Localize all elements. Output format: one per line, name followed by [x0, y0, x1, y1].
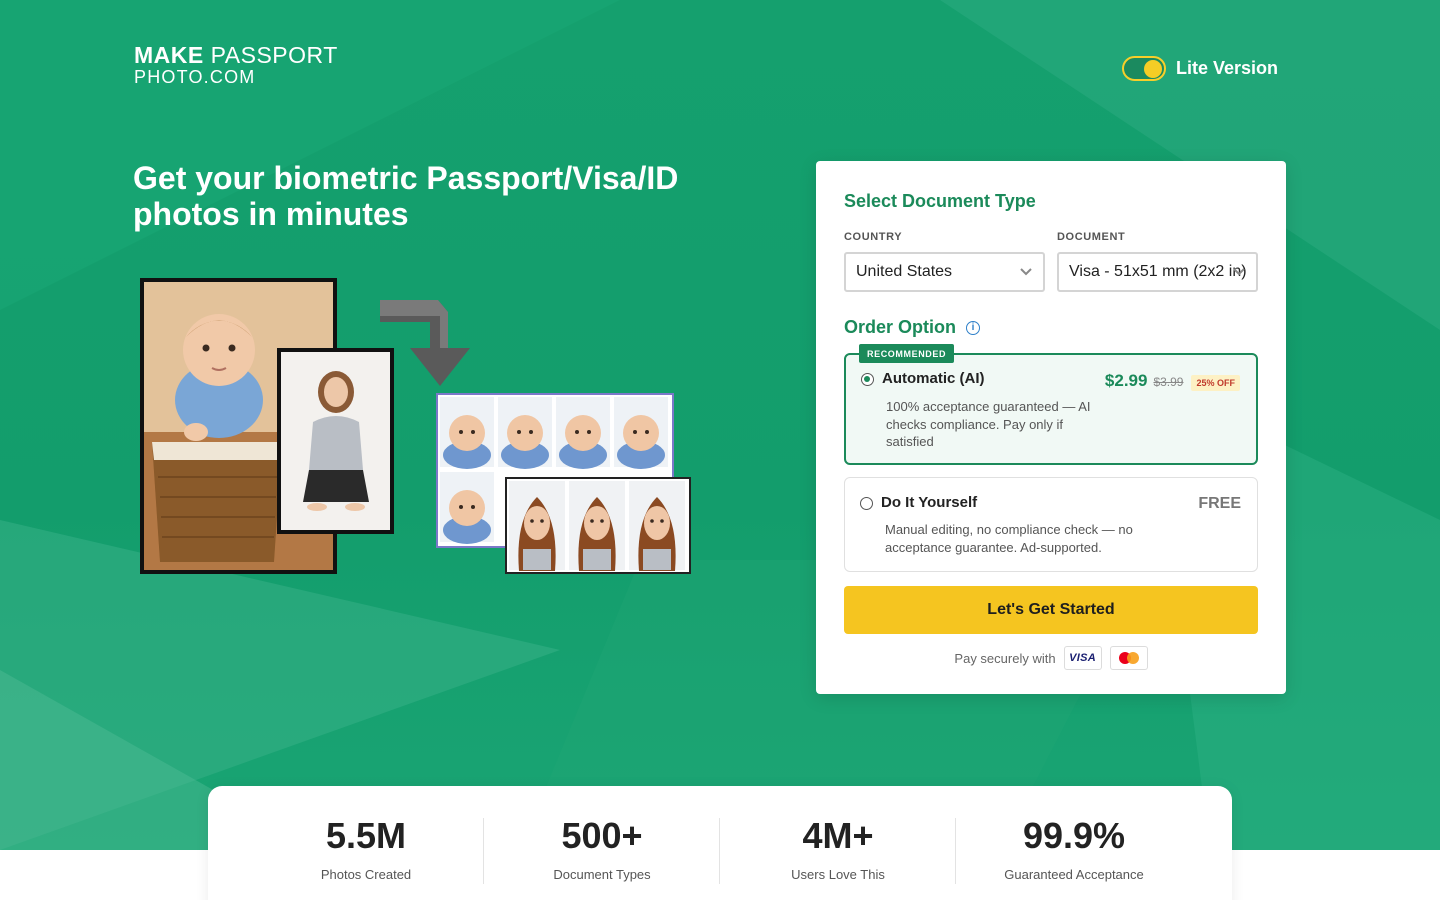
stat-guaranteed-acceptance: 99.9% Guaranteed Acceptance: [956, 786, 1192, 882]
pay-securely-label: Pay securely with: [954, 650, 1056, 666]
get-started-button[interactable]: Let's Get Started: [844, 586, 1258, 634]
arrow-down-right-icon: [380, 300, 470, 386]
stat-value: 500+: [561, 815, 643, 856]
hero-illustration: [140, 278, 692, 578]
logo-make: MAKE: [134, 42, 204, 68]
mastercard-icon: [1109, 646, 1148, 670]
price-group: $2.99 $3.99 25% OFF: [1105, 371, 1240, 391]
document-type-card: Select Document Type COUNTRY United Stat…: [816, 161, 1286, 694]
lite-version-switch: Lite Version: [1122, 56, 1278, 81]
visa-icon: VISA: [1063, 646, 1102, 670]
stat-document-types: 500+ Document Types: [484, 786, 720, 882]
country-label: COUNTRY: [844, 231, 903, 243]
stat-photos-created: 5.5M Photos Created: [248, 786, 484, 882]
chevron-down-icon: [1233, 268, 1245, 276]
radio-automatic[interactable]: [861, 373, 874, 386]
discount-badge: 25% OFF: [1191, 375, 1240, 391]
stat-label: Photos Created: [320, 867, 412, 882]
site-logo[interactable]: MAKE PASSPORT PHOTO.COM: [134, 42, 338, 87]
stat-label: Document Types: [553, 867, 651, 882]
hero-headline: Get your biometric Passport/Visa/ID phot…: [133, 160, 679, 232]
stat-label: Users Love This: [791, 867, 885, 882]
price-current: $2.99: [1104, 371, 1148, 390]
woman-photo-sheet: [505, 477, 691, 574]
option-description: Manual editing, no compliance check — no…: [885, 522, 1133, 555]
document-label: DOCUMENT: [1057, 231, 1126, 243]
lite-version-label: Lite Version: [1176, 58, 1279, 78]
option-name: Automatic (AI): [882, 370, 985, 387]
stat-label: Guaranteed Acceptance: [1004, 867, 1144, 882]
chevron-down-icon: [1020, 268, 1032, 276]
price-old: $3.99: [1153, 375, 1184, 389]
option-description: 100% acceptance guaranteed — AI checks c…: [886, 399, 1091, 449]
price-free: FREE: [1198, 495, 1241, 512]
info-icon[interactable]: i: [966, 320, 980, 335]
select-document-title: Select Document Type: [844, 191, 1036, 211]
toggle-knob: [1144, 60, 1162, 78]
stat-value: 99.9%: [1022, 815, 1126, 856]
option-name: Do It Yourself: [881, 494, 978, 511]
option-automatic-ai[interactable]: RECOMMENDED Automatic (AI) $2.99 $3.99 2…: [844, 344, 1258, 465]
stats-bar: 5.5M Photos Created 500+ Document Types …: [208, 786, 1232, 900]
woman-photo: [277, 348, 394, 534]
logo-passport: PASSPORT: [210, 42, 338, 68]
secure-payment-row: Pay securely with VISA: [816, 646, 1286, 670]
logo-photo-com: PHOTO.COM: [134, 67, 256, 87]
recommended-badge: RECOMMENDED: [859, 344, 955, 363]
order-option-label: Order Option: [844, 317, 956, 337]
stat-value: 5.5M: [325, 815, 407, 856]
lite-version-toggle[interactable]: [1122, 56, 1166, 81]
stat-users-love: 4M+ Users Love This: [720, 786, 956, 882]
document-select[interactable]: Visa - 51x51 mm (2x2 in): [1057, 252, 1258, 292]
document-value: Visa - 51x51 mm (2x2 in): [1069, 263, 1247, 280]
order-option-title: Order Option i: [844, 317, 980, 338]
stat-value: 4M+: [802, 815, 874, 856]
radio-diy[interactable]: [860, 497, 873, 510]
country-select[interactable]: United States: [844, 252, 1045, 292]
option-do-it-yourself[interactable]: Do It Yourself FREE Manual editing, no c…: [844, 477, 1258, 572]
country-value: United States: [856, 263, 953, 280]
